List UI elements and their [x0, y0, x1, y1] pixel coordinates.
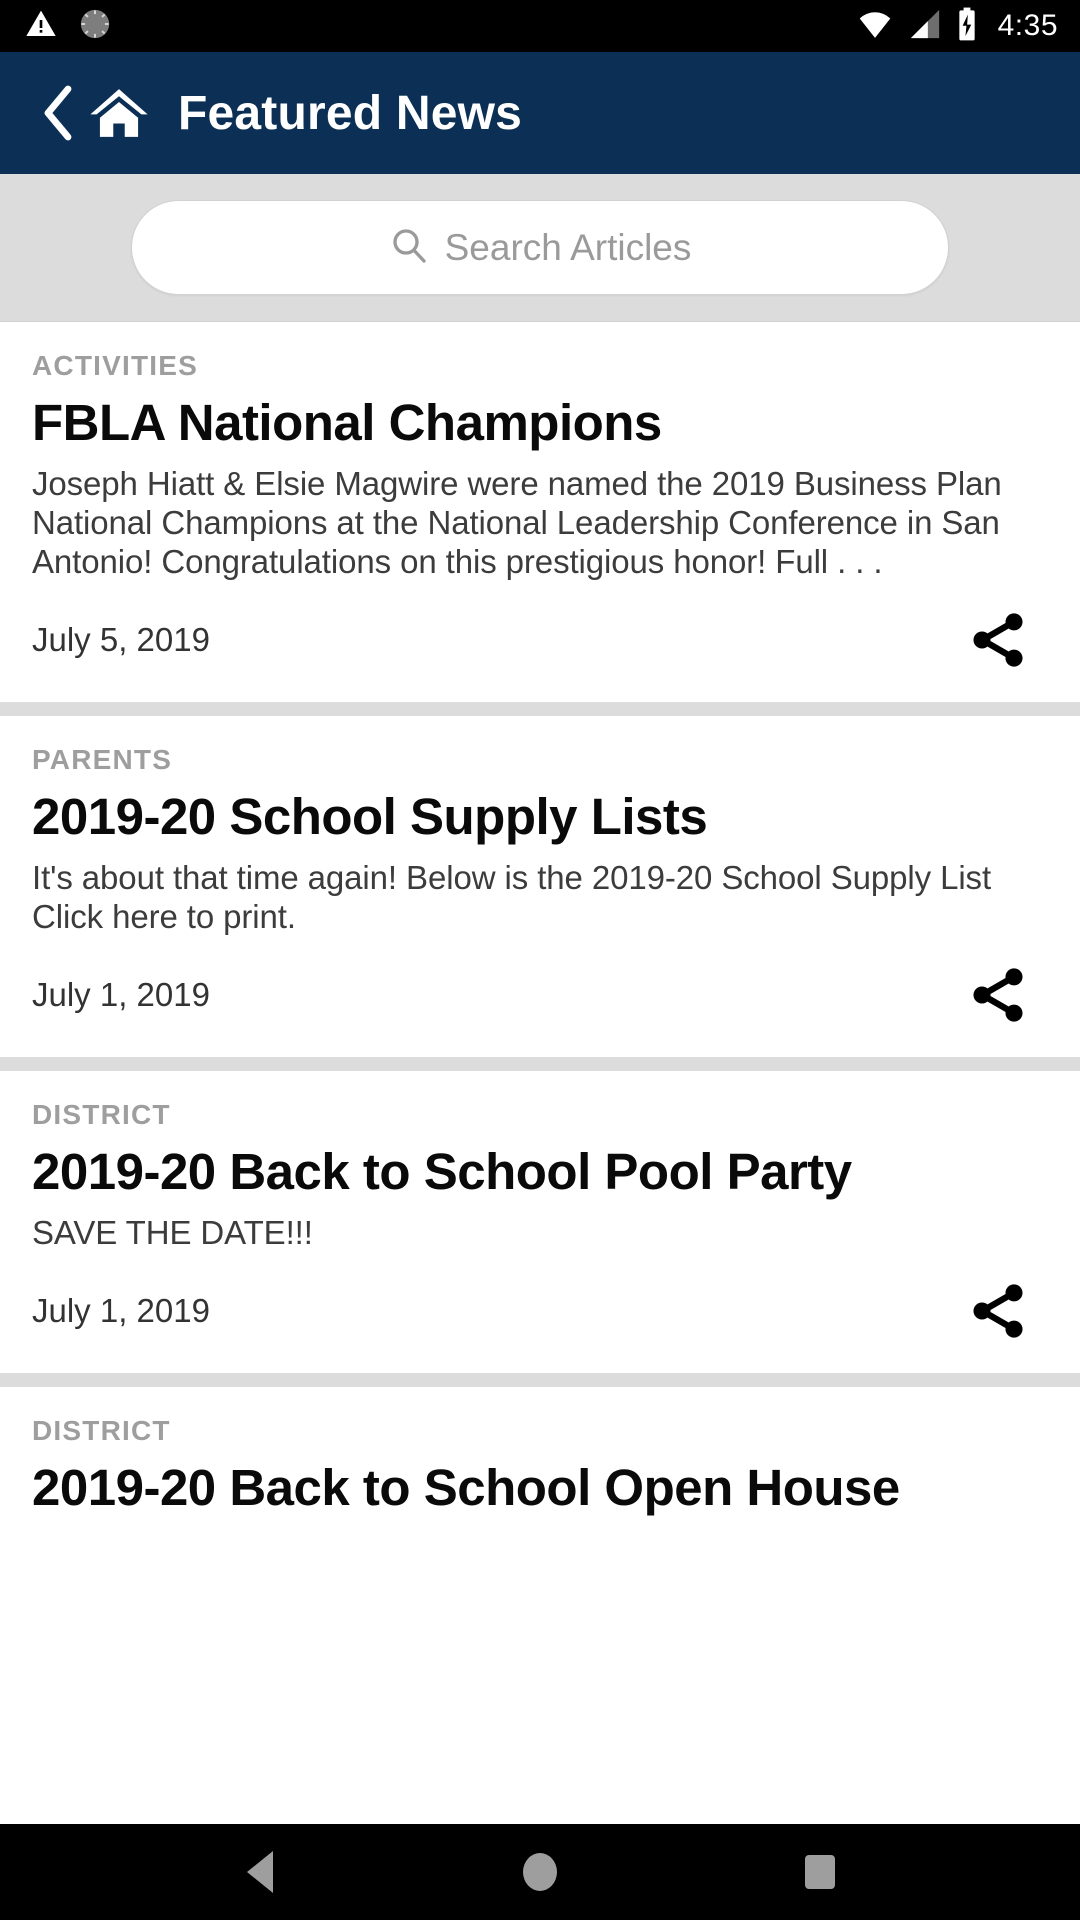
article-headline: FBLA National Champions [32, 394, 662, 451]
share-icon[interactable] [966, 963, 1048, 1027]
status-bar: 4:35 [0, 0, 1080, 52]
list-item[interactable]: ACTIVITIES FBLA National Champions Josep… [0, 322, 1080, 702]
article-summary: It's about that time again! Below is the… [32, 859, 992, 935]
cell-signal-icon [908, 8, 942, 45]
battery-charging-icon [956, 7, 978, 46]
article-date: July 5, 2019 [32, 620, 210, 658]
list-divider [0, 701, 1080, 716]
list-divider [0, 1056, 1080, 1071]
article-date: July 1, 2019 [32, 975, 210, 1013]
page-title: Featured News [178, 86, 523, 140]
share-icon[interactable] [966, 1279, 1048, 1343]
article-footer: July 1, 2019 [32, 937, 1048, 1057]
chevron-left-icon[interactable] [34, 81, 82, 145]
android-navigation-bar [0, 1824, 1080, 1920]
article-headline: 2019-20 Back to School Pool Party [32, 1142, 852, 1200]
search-icon [389, 225, 429, 270]
list-item[interactable]: DISTRICT 2019-20 Back to School Pool Par… [0, 1070, 1080, 1373]
status-bar-right-icons: 4:35 [856, 7, 1058, 46]
list-divider [0, 1372, 1080, 1387]
sync-spinner-icon [78, 7, 112, 46]
article-footer: July 5, 2019 [32, 582, 1048, 702]
nav-home-icon[interactable] [480, 1853, 600, 1891]
search-placeholder: Search Articles [444, 226, 692, 268]
article-date: July 1, 2019 [32, 1291, 210, 1329]
article-footer: July 1, 2019 [32, 1253, 1048, 1373]
wifi-icon [856, 8, 894, 45]
article-headline: 2019-20 School Supply Lists [32, 787, 708, 845]
nav-recents-icon[interactable] [760, 1855, 880, 1889]
article-category: ACTIVITIES [32, 350, 199, 381]
article-summary: SAVE THE DATE!!! [32, 1214, 313, 1252]
article-headline: 2019-20 Back to School Open House [32, 1458, 900, 1516]
home-icon[interactable] [88, 84, 150, 142]
search-band: Search Articles [0, 174, 1080, 322]
article-list: ACTIVITIES FBLA National Champions Josep… [0, 322, 1080, 1517]
share-icon[interactable] [966, 608, 1048, 672]
status-bar-left-icons [24, 7, 112, 46]
article-category: DISTRICT [32, 1098, 171, 1130]
article-category: DISTRICT [32, 1414, 171, 1446]
article-summary: Joseph Hiatt & Elsie Magwire were named … [32, 465, 1002, 580]
status-bar-clock: 4:35 [997, 9, 1058, 42]
article-category: PARENTS [32, 743, 173, 775]
list-item[interactable]: DISTRICT 2019-20 Back to School Open Hou… [0, 1386, 1080, 1517]
warning-triangle-icon [24, 8, 58, 45]
list-item[interactable]: PARENTS 2019-20 School Supply Lists It's… [0, 715, 1080, 1057]
app-bar: Featured News [0, 52, 1080, 174]
nav-back-icon[interactable] [200, 1851, 320, 1893]
search-input[interactable]: Search Articles [131, 200, 949, 295]
